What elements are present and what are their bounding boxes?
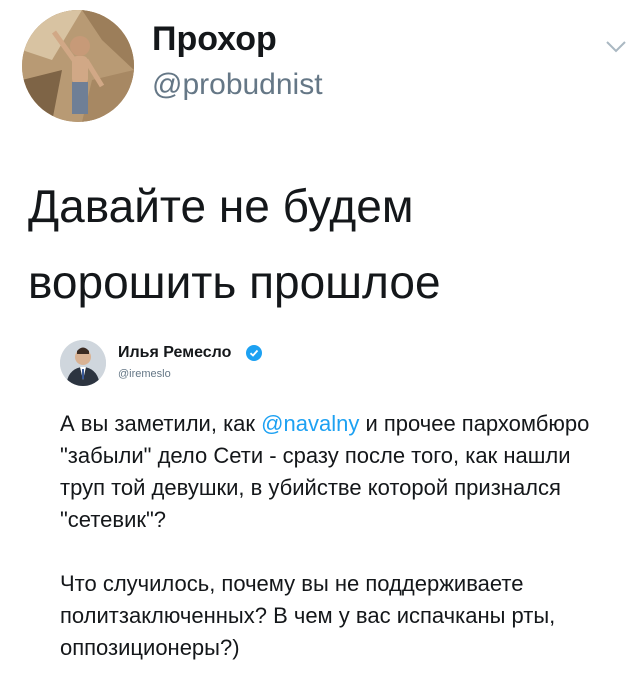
verified-badge-icon: [246, 345, 262, 361]
quoted-paragraph: А вы заметили, как @navalny и прочее пар…: [60, 408, 620, 536]
author-handle[interactable]: @probudnist: [152, 68, 323, 102]
chevron-down-icon[interactable]: [604, 36, 628, 56]
quoted-author-handle[interactable]: @iremeslo: [118, 368, 171, 380]
author-name[interactable]: Прохор: [152, 20, 277, 59]
quoted-paragraph: Что случилось, почему вы не поддерживает…: [60, 571, 556, 660]
quoted-author-avatar[interactable]: [60, 340, 106, 386]
quoted-author-name[interactable]: Илья Ремесло: [118, 344, 231, 362]
mention-link[interactable]: @navalny: [261, 411, 359, 436]
tweet-text-line: ворошить прошлое: [28, 256, 441, 308]
tweet-text-line: Давайте не будем: [28, 180, 414, 232]
tweet-text: Давайте не будем ворошить прошлое: [28, 168, 618, 320]
quoted-text-before: А вы заметили, как: [60, 411, 262, 436]
quoted-tweet-text: А вы заметили, как @navalny и прочее пар…: [60, 408, 620, 664]
author-avatar[interactable]: [22, 10, 134, 122]
